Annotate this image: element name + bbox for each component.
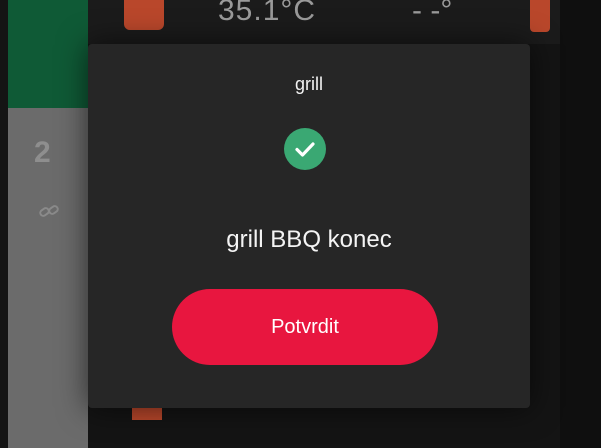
confirm-button[interactable]: Potvrdit bbox=[172, 289, 438, 365]
background-green-panel bbox=[8, 0, 88, 108]
secondary-temperature-readout: - -° bbox=[412, 0, 453, 27]
background-right-strip bbox=[560, 0, 601, 448]
background-accent-marker bbox=[124, 0, 164, 30]
dialog-title: grill bbox=[294, 74, 323, 94]
background-accent-marker bbox=[530, 0, 550, 32]
device-card-number: 2 bbox=[34, 136, 51, 169]
screen: 2 35.1°C - -° grill grill BBQ konec Potv… bbox=[0, 0, 601, 448]
notification-dialog: grill grill BBQ konec Potvrdit bbox=[88, 44, 530, 408]
link-icon bbox=[38, 200, 60, 222]
temperature-readout: 35.1°C bbox=[218, 0, 317, 27]
check-circle-icon bbox=[284, 128, 326, 170]
dialog-message: grill BBQ konec bbox=[226, 226, 392, 253]
